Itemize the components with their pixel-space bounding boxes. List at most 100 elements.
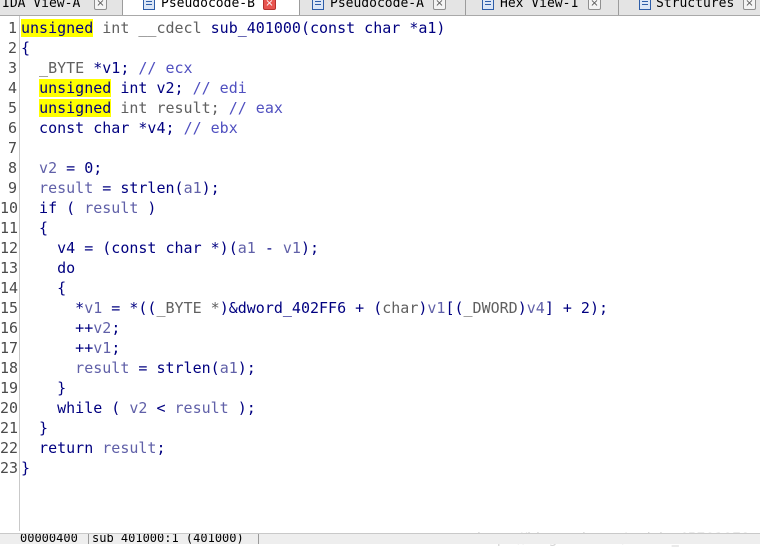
hex-icon bbox=[482, 0, 494, 10]
code-line[interactable]: 10 if ( result ) bbox=[0, 198, 760, 218]
code-token: v4 = (const char *)( bbox=[21, 239, 238, 257]
code-line[interactable]: 21 } bbox=[0, 418, 760, 438]
code-line[interactable]: 23} bbox=[0, 458, 760, 478]
code-token: ++ bbox=[21, 319, 94, 337]
code-line[interactable]: 20 while ( v2 < result ); bbox=[0, 398, 760, 418]
code-line[interactable]: 13 do bbox=[0, 258, 760, 278]
code-comment: // eax bbox=[228, 99, 283, 117]
code-token: a1 bbox=[219, 359, 238, 377]
line-number: 14 bbox=[0, 279, 19, 297]
tab-ida-view-a[interactable]: IDA View-A × bbox=[0, 0, 123, 15]
code-text[interactable]: { bbox=[21, 218, 48, 238]
code-token: [( bbox=[445, 299, 464, 317]
code-text[interactable]: do bbox=[21, 258, 75, 278]
code-token: while ( bbox=[21, 399, 130, 417]
code-token: ); bbox=[228, 399, 256, 417]
close-icon[interactable]: × bbox=[433, 0, 446, 10]
code-token: v1 bbox=[84, 299, 103, 317]
code-text[interactable]: unsigned int v2; // edi bbox=[21, 78, 247, 98]
code-token: )&dword_402FF6 + ( bbox=[219, 299, 383, 317]
line-number: 2 bbox=[7, 39, 17, 57]
code-line[interactable]: 11 { bbox=[0, 218, 760, 238]
code-line[interactable]: 19 } bbox=[0, 378, 760, 398]
code-line[interactable]: 1 unsigned int __cdecl sub_401000(const c… bbox=[0, 18, 760, 38]
code-line[interactable]: 17 ++v1; bbox=[0, 338, 760, 358]
code-text[interactable]: while ( v2 < result ); bbox=[21, 398, 256, 418]
code-line[interactable]: 22 return result; bbox=[0, 438, 760, 458]
code-line[interactable]: 8 v2 = 0; bbox=[0, 158, 760, 178]
code-line[interactable]: 5 unsigned int result; // eax bbox=[0, 98, 760, 118]
code-text[interactable]: v4 = (const char *)(a1 - v1); bbox=[21, 238, 319, 258]
code-text[interactable]: { bbox=[21, 38, 30, 58]
code-text[interactable]: { bbox=[21, 278, 66, 298]
code-token: return bbox=[21, 439, 103, 457]
code-token: v1 bbox=[282, 239, 301, 257]
code-text[interactable]: ++v2; bbox=[21, 318, 120, 338]
code-token: } bbox=[21, 419, 49, 437]
code-token: = strlen( bbox=[93, 179, 184, 197]
code-token: ) bbox=[517, 299, 527, 317]
code-text[interactable]: } bbox=[21, 458, 30, 478]
code-line[interactable]: 12 v4 = (const char *)(a1 - v1); bbox=[0, 238, 760, 258]
code-line[interactable]: 4 unsigned int v2; // edi bbox=[0, 78, 760, 98]
code-line[interactable]: 14 { bbox=[0, 278, 760, 298]
code-text[interactable]: return result; bbox=[21, 438, 165, 458]
code-line[interactable]: 3 _BYTE *v1; // ecx bbox=[0, 58, 760, 78]
code-text[interactable]: unsigned int __cdecl sub_401000(const ch… bbox=[21, 18, 445, 38]
line-number: 5 bbox=[7, 99, 17, 117]
code-token: v2 bbox=[93, 319, 112, 337]
pseudocode-view[interactable]: 1 unsigned int __cdecl sub_401000(const c… bbox=[0, 16, 760, 547]
code-token: ); bbox=[201, 179, 220, 197]
code-token: ] + 2); bbox=[544, 299, 609, 317]
tab-label: Structures bbox=[656, 0, 735, 11]
code-line[interactable]: 7 bbox=[0, 138, 760, 158]
code-text[interactable]: result = strlen(a1); bbox=[21, 178, 220, 198]
code-token: ); bbox=[237, 359, 256, 377]
code-token: { bbox=[21, 39, 31, 57]
line-number: 19 bbox=[0, 379, 19, 397]
tab-hex-view-1[interactable]: Hex View-1 × bbox=[466, 0, 619, 15]
code-text[interactable]: const char *v4; // ebx bbox=[21, 118, 238, 138]
code-token: * bbox=[21, 299, 85, 317]
close-icon[interactable]: × bbox=[743, 0, 756, 10]
code-text[interactable]: } bbox=[21, 378, 66, 398]
code-token: char bbox=[382, 299, 419, 317]
code-line[interactable]: 9 result = strlen(a1); bbox=[0, 178, 760, 198]
code-token: ; bbox=[111, 339, 121, 357]
code-line[interactable]: 6 const char *v4; // ebx bbox=[0, 118, 760, 138]
code-token: v4 bbox=[526, 299, 545, 317]
line-number: 9 bbox=[7, 179, 17, 197]
code-line[interactable]: 2{ bbox=[0, 38, 760, 58]
pseudocode-icon bbox=[312, 0, 324, 10]
close-icon[interactable]: × bbox=[94, 0, 107, 10]
tab-bar: IDA View-A × Pseudocode-B × Pseudocode-A… bbox=[0, 0, 760, 16]
line-number: 6 bbox=[7, 119, 17, 137]
code-token: result bbox=[174, 399, 229, 417]
code-text[interactable]: v2 = 0; bbox=[21, 158, 102, 178]
code-token: = 0; bbox=[57, 159, 103, 177]
code-token: ; bbox=[111, 319, 121, 337]
tab-pseudocode-a[interactable]: Pseudocode-A × bbox=[300, 0, 466, 15]
code-line[interactable]: 16 ++v2; bbox=[0, 318, 760, 338]
line-number: 11 bbox=[0, 219, 19, 237]
code-token: } bbox=[21, 379, 67, 397]
code-text[interactable]: *v1 = *((_BYTE *)&dword_402FF6 + (char)v… bbox=[21, 298, 608, 318]
tab-structures[interactable]: Structures × bbox=[619, 0, 760, 15]
code-text[interactable]: result = strlen(a1); bbox=[21, 358, 256, 378]
tab-pseudocode-b[interactable]: Pseudocode-B × bbox=[123, 0, 300, 15]
code-comment: // ebx bbox=[183, 119, 238, 137]
code-text[interactable]: ++v1; bbox=[21, 338, 120, 358]
code-line[interactable]: 18 result = strlen(a1); bbox=[0, 358, 760, 378]
code-token: const char *v4; bbox=[21, 119, 184, 137]
code-token: unsigned bbox=[39, 99, 112, 117]
code-text[interactable]: _BYTE *v1; // ecx bbox=[21, 58, 193, 78]
code-line[interactable]: 15 *v1 = *((_BYTE *)&dword_402FF6 + (cha… bbox=[0, 298, 760, 318]
close-icon[interactable]: × bbox=[588, 0, 601, 10]
code-text[interactable]: if ( result ) bbox=[21, 198, 156, 218]
code-text[interactable]: unsigned int result; // eax bbox=[21, 98, 283, 118]
line-number: 4 bbox=[7, 79, 17, 97]
code-text[interactable]: } bbox=[21, 418, 48, 438]
status-bar: 00000400 sub_401000:1 (401000) bbox=[0, 533, 760, 544]
close-icon[interactable]: × bbox=[263, 0, 276, 10]
